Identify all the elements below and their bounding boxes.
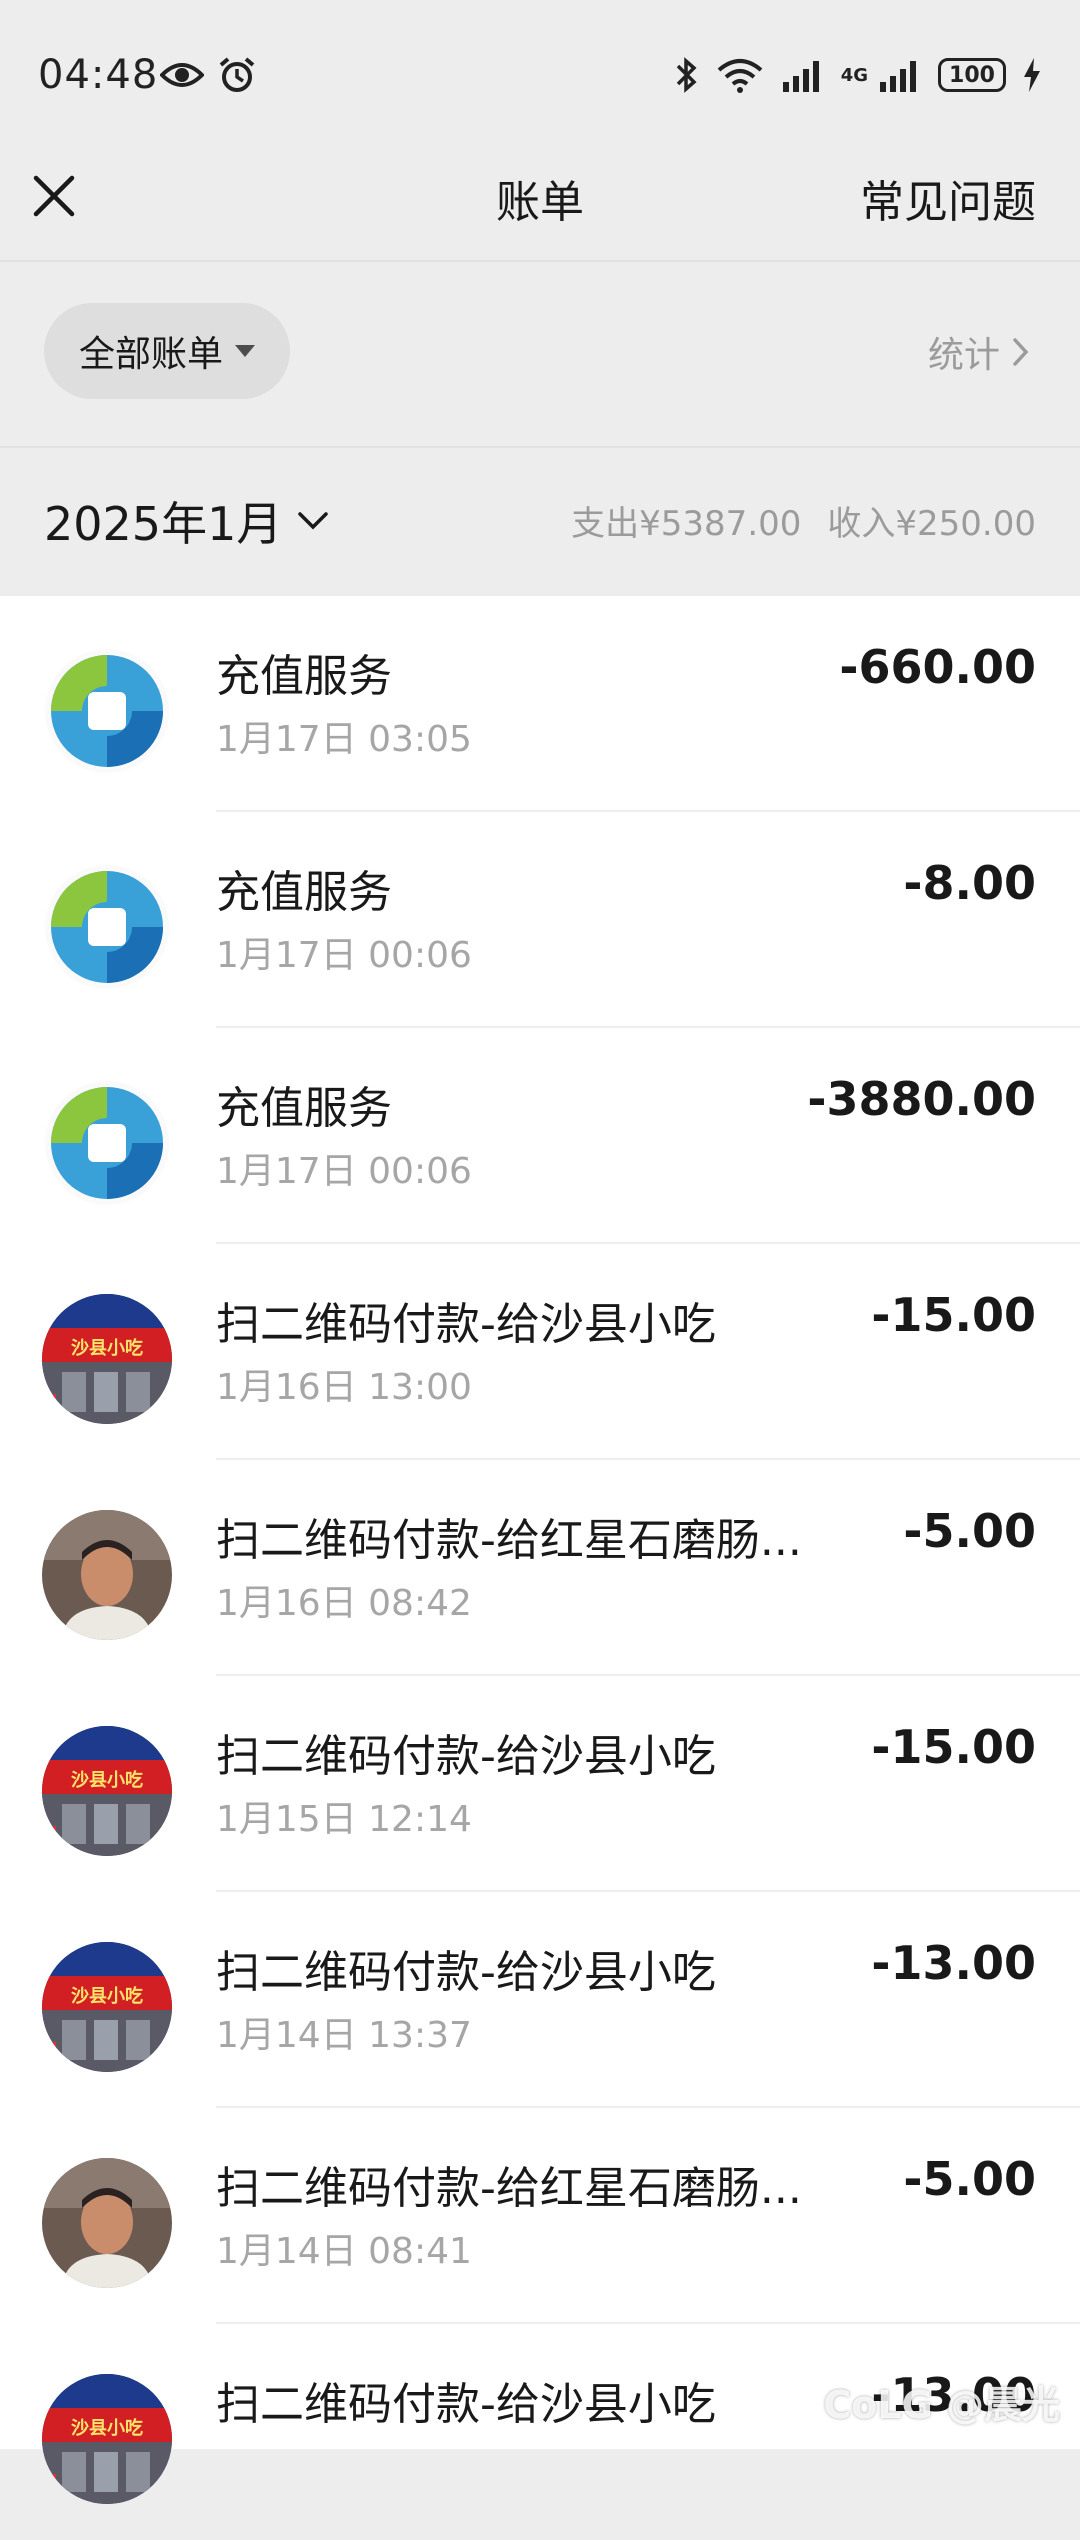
watermark: CoLG @晨光 bbox=[823, 2383, 1060, 2427]
transaction-time: 1月17日 03:05 bbox=[216, 719, 472, 760]
transaction-amount: -13.00 bbox=[871, 1936, 1036, 1990]
bill-filter-label: 全部账单 bbox=[78, 334, 223, 375]
charging-icon bbox=[1024, 58, 1040, 92]
signal-icon bbox=[782, 61, 819, 92]
wifi-icon bbox=[717, 59, 762, 93]
transaction-row[interactable]: 沙县小吃 扫二维码付款-给沙县小吃 1月14日 13:37 -13.00 bbox=[0, 1892, 1080, 2108]
eye-icon bbox=[160, 63, 204, 87]
storefront-avatar: 沙县小吃 bbox=[42, 1726, 172, 1856]
transaction-row[interactable]: 充值服务 1月17日 00:06 -3880.00 bbox=[0, 1028, 1080, 1244]
status-left-icons bbox=[160, 56, 256, 94]
caret-down-icon bbox=[235, 345, 255, 357]
stats-label: 统计 bbox=[927, 335, 1000, 376]
transaction-amount: -8.00 bbox=[903, 856, 1036, 910]
transaction-amount: -15.00 bbox=[871, 1720, 1036, 1774]
status-right-icons: 4G 100 bbox=[675, 56, 1042, 94]
storefront-avatar: 沙县小吃 bbox=[42, 1294, 172, 1424]
transaction-amount: -660.00 bbox=[839, 640, 1036, 694]
transaction-time: 1月14日 13:37 bbox=[216, 2015, 472, 2056]
transaction-amount: -15.00 bbox=[871, 1288, 1036, 1342]
transaction-row[interactable]: 充值服务 1月17日 00:06 -8.00 bbox=[0, 812, 1080, 1028]
battery-indicator: 100 bbox=[938, 58, 1006, 92]
transaction-amount: -5.00 bbox=[903, 2152, 1036, 2206]
transaction-time: 1月16日 08:42 bbox=[216, 1583, 472, 1624]
month-label: 2025年1月 bbox=[44, 497, 283, 551]
transaction-title: 扫二维码付款-给红星石磨肠... bbox=[216, 1515, 802, 1566]
signal-icon-2 bbox=[880, 61, 916, 92]
transaction-title: 充值服务 bbox=[216, 651, 392, 702]
person-avatar bbox=[42, 1510, 172, 1640]
storefront-avatar: 沙县小吃 bbox=[42, 1942, 172, 2072]
transaction-row[interactable]: 沙县小吃 扫二维码付款-给沙县小吃 -13.00 bbox=[0, 2324, 1080, 2540]
transaction-list: 充值服务 1月17日 03:05 -660.00 充值服务 1月17日 00:0… bbox=[0, 596, 1080, 2504]
chevron-down-icon bbox=[298, 512, 329, 530]
divider bbox=[0, 260, 1080, 262]
recharge-logo-icon bbox=[42, 862, 172, 992]
month-income: 收入¥250.00 bbox=[827, 504, 1036, 544]
transaction-row[interactable]: 充值服务 1月17日 03:05 -660.00 bbox=[0, 596, 1080, 812]
recharge-logo-icon bbox=[42, 1078, 172, 1208]
storefront-avatar: 沙县小吃 bbox=[42, 2374, 172, 2504]
transaction-amount: -5.00 bbox=[903, 1504, 1036, 1558]
transaction-row[interactable]: 扫二维码付款-给红星石磨肠... 1月14日 08:41 -5.00 bbox=[0, 2108, 1080, 2324]
transaction-title: 扫二维码付款-给红星石磨肠... bbox=[216, 2163, 802, 2214]
transaction-time: 1月17日 00:06 bbox=[216, 935, 472, 976]
recharge-logo-icon bbox=[42, 646, 172, 776]
transaction-time: 1月17日 00:06 bbox=[216, 1151, 472, 1192]
avatar-text: 沙县小吃 bbox=[71, 2417, 143, 2439]
transaction-time: 1月14日 08:41 bbox=[216, 2231, 472, 2272]
transaction-title: 充值服务 bbox=[216, 867, 392, 918]
stats-link[interactable]: 统计 bbox=[928, 326, 1032, 378]
transaction-title: 充值服务 bbox=[216, 1083, 392, 1134]
avatar-text: 沙县小吃 bbox=[71, 1985, 143, 2007]
faq-link[interactable]: 常见问题 bbox=[860, 166, 1036, 230]
avatar-text: 沙县小吃 bbox=[71, 1337, 143, 1359]
month-selector[interactable]: 2025年1月 bbox=[44, 488, 330, 554]
network-type-label: 4G bbox=[840, 64, 868, 86]
alarm-icon bbox=[219, 57, 255, 92]
bluetooth-icon bbox=[676, 57, 697, 93]
month-summary: 支出¥5387.00 收入¥250.00 bbox=[545, 496, 1036, 545]
month-expense: 支出¥5387.00 bbox=[571, 504, 802, 544]
transaction-row[interactable]: 沙县小吃 扫二维码付款-给沙县小吃 1月16日 13:00 -15.00 bbox=[0, 1244, 1080, 1460]
transaction-time: 1月15日 12:14 bbox=[216, 1799, 472, 1840]
transaction-title: 扫二维码付款-给沙县小吃 bbox=[216, 1947, 716, 1998]
bill-filter-dropdown[interactable]: 全部账单 bbox=[44, 303, 290, 399]
transaction-title: 扫二维码付款-给沙县小吃 bbox=[216, 1731, 716, 1782]
status-bar: 04:48 4G 100 bbox=[0, 0, 1080, 160]
person-avatar bbox=[42, 2158, 172, 2288]
transaction-row[interactable]: 沙县小吃 扫二维码付款-给沙县小吃 1月15日 12:14 -15.00 bbox=[0, 1676, 1080, 1892]
transaction-row[interactable]: 扫二维码付款-给红星石磨肠... 1月16日 08:42 -5.00 bbox=[0, 1460, 1080, 1676]
transaction-time: 1月16日 13:00 bbox=[216, 1367, 472, 1408]
chevron-right-icon bbox=[1013, 338, 1029, 366]
avatar-text: 沙县小吃 bbox=[71, 1769, 143, 1791]
transaction-title: 扫二维码付款-给沙县小吃 bbox=[216, 1299, 716, 1350]
transaction-title: 扫二维码付款-给沙县小吃 bbox=[216, 2379, 716, 2430]
transaction-amount: -3880.00 bbox=[807, 1072, 1036, 1126]
status-time: 04:48 bbox=[38, 52, 159, 98]
